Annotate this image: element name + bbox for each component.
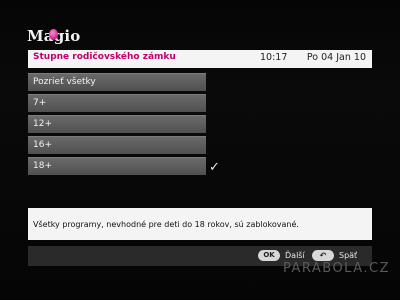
menu-item-label: 16+: [33, 140, 52, 150]
page-title: Stupne rodičovského zámku: [33, 52, 176, 62]
clock-time: 10:17: [260, 52, 288, 63]
menu-item-label: 12+: [33, 119, 52, 129]
menu-item-show-all[interactable]: Pozrieť všetky: [28, 73, 206, 91]
info-text: Všetky programy, nevhodné pre deti do 18…: [33, 220, 299, 229]
logo-pink-dot-icon: [49, 29, 58, 40]
menu-item-16-plus[interactable]: 16+: [28, 136, 206, 154]
tv-screen: Magio Stupne rodičovského zámku 10:17 Po…: [0, 0, 400, 300]
ok-button-icon: OK: [258, 250, 280, 261]
menu-item-label: Pozrieť všetky: [33, 77, 96, 87]
back-arrow-icon: ↶: [312, 250, 334, 261]
watermark: PARABOLA.CZ: [282, 261, 390, 276]
back-button[interactable]: ↶ Späť: [312, 250, 357, 261]
next-label: Ďalší: [285, 251, 305, 260]
menu-item-label: 18+: [33, 161, 52, 171]
back-label: Späť: [339, 251, 358, 260]
current-date: Po 04 Jan 10: [306, 52, 366, 63]
next-button[interactable]: OK Ďalší: [258, 250, 305, 261]
info-box: Všetky programy, nevhodné pre deti do 18…: [28, 208, 372, 240]
menu-item-18-plus[interactable]: 18+: [28, 157, 206, 175]
menu-item-12-plus[interactable]: 12+: [28, 115, 206, 133]
menu-item-7-plus[interactable]: 7+: [28, 94, 206, 112]
header-bar: Stupne rodičovského zámku 10:17 Po 04 Ja…: [28, 50, 372, 68]
menu-item-label: 7+: [33, 98, 47, 108]
checkmark-icon: ✓: [209, 160, 220, 175]
